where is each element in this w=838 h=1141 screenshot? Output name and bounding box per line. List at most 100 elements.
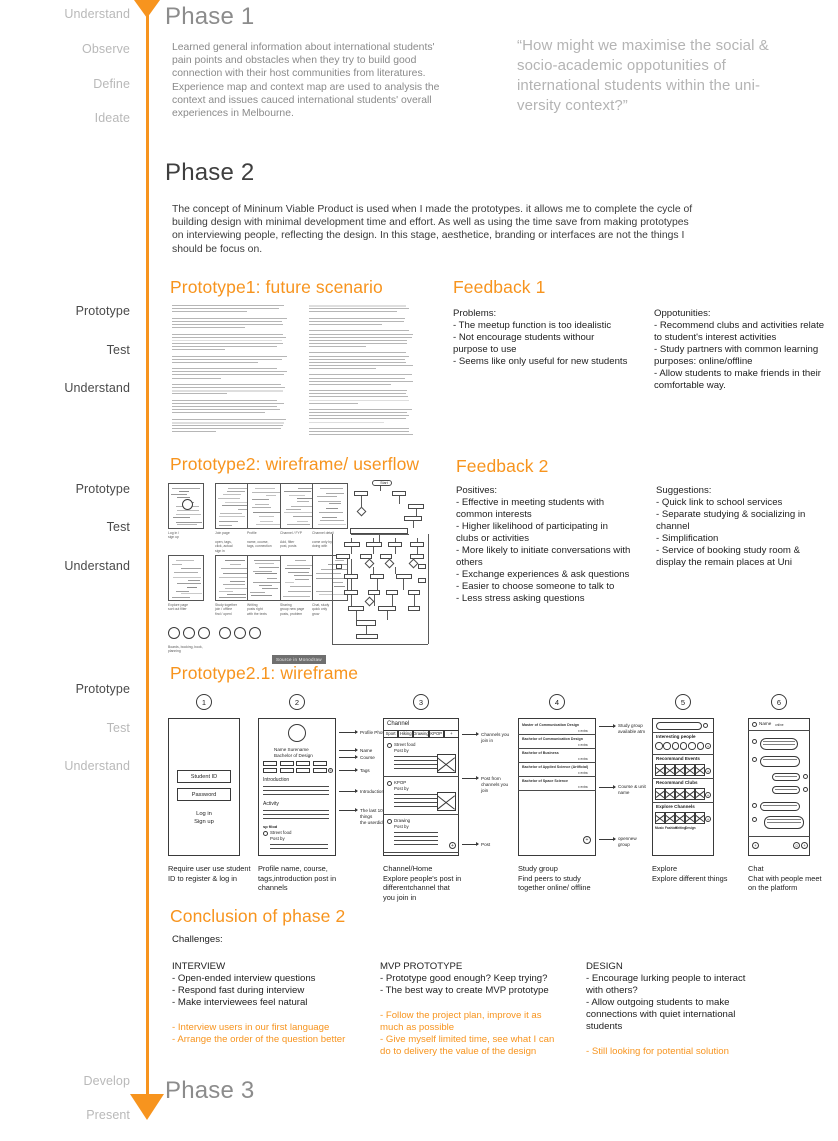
wireframe2-section-activity: Activity [263,801,279,807]
wireframe3-post-image [437,792,456,811]
prototype2-sketch-thumb [215,555,251,601]
wireframe-caption-4: Study group Find peers to study together… [518,864,624,893]
wireframe2-tag[interactable] [313,768,327,773]
wireframe6-emoji-icon[interactable]: ☺ [793,842,800,849]
wireframe3-text-line [394,836,438,837]
wireframe5-more-icon[interactable]: + [705,768,711,774]
wireframe3-tab-3[interactable]: KPOP [429,730,444,738]
wireframe2-tag[interactable] [280,761,294,766]
wireframe4-row-meta: x extra [578,729,588,734]
wireframe3-annotation: Post [481,842,515,848]
prototype2-sketch-thumb [168,483,204,529]
wireframe1-field-label-1: Password [192,792,217,798]
wireframe3-header: Channel [387,721,409,727]
timeline-stage-test-11: Test [0,721,130,735]
wireframe2-annotation: Course [360,755,394,761]
wireframe5-person-avatar [697,742,705,750]
wireframe-number-1: 1 [196,694,212,710]
wireframe2-annotation-arrow [339,810,357,811]
wireframe6-bubble-avatar [752,803,757,808]
wireframe5-card [665,788,675,800]
conclusion-subtitle: Challenges: [172,934,223,946]
wireframe2-tag[interactable] [296,761,310,766]
wireframe2-text-line [263,818,329,819]
wireframe3-tab-2[interactable]: Drawing [413,730,428,738]
wireframe2-tag[interactable] [263,761,277,766]
wireframe3-new-post-icon[interactable]: + [449,842,456,849]
wireframe2-tag[interactable] [313,761,327,766]
wireframe1-field-1[interactable]: Password [177,788,231,801]
wireframe5-card [675,764,685,776]
wireframe6-attach-icon[interactable]: + [752,842,759,849]
wireframe3-divider [383,814,459,815]
timeline-stage-ideate-3: Ideate [0,111,130,125]
wireframe4-divider [518,734,596,735]
wireframe5-card [685,764,695,776]
wireframe5-more-icon[interactable]: + [705,816,711,822]
wireframe2-tag[interactable] [296,768,310,773]
wireframe5-card [665,764,675,776]
wireframe3-tab-4[interactable]: + [444,730,459,738]
wireframe6-bubble-avatar [752,739,757,744]
wireframe-caption-3: Channel/Home Explore people's post in di… [383,864,487,902]
wireframe3-annotation: Channels you join in [481,732,515,744]
wireframe5-search-input[interactable] [656,722,702,730]
wireframe3-text-line [394,840,438,841]
userflow-decision-node [385,559,395,569]
wireframe6-bubble-avatar [752,757,757,762]
wireframe5-more-icon[interactable]: + [705,743,711,749]
feedback2-positives: Positives: - Effective in meeting studen… [456,485,656,605]
wireframe3-tab-1[interactable]: Hiking [398,730,413,738]
feedback2-suggestions: Suggestions: - Quick link to school serv… [656,485,838,569]
wireframe6-bubble-line [763,744,795,745]
wireframe5-card [665,812,675,824]
feedback1-opportunities: Oppotunities: - Recommend clubs and acti… [654,308,838,392]
userflow-node [356,634,378,639]
timeline-stage-define-2: Define [0,77,130,91]
wireframe3-text-line [394,798,438,799]
wireframe3-annotation-arrow [462,778,478,779]
timeline-line [146,14,149,1098]
wireframe2-tag[interactable] [263,768,277,773]
wireframe6-message-bubble [772,786,800,794]
feedback1-title: Feedback 1 [453,277,545,298]
wireframe3-tab-label-2: Drawing [413,731,428,737]
phase1-quote: “How might we maximise the social & soci… [517,36,837,116]
wireframe3-text-line [394,844,438,845]
wireframe-frame-1 [168,718,240,856]
wireframe6-bubble-line [763,741,795,742]
wireframe5-person-avatar [655,742,663,750]
prototype2-sketch-thumb [247,555,283,601]
wireframe3-post-by: Post by [394,748,409,754]
wireframe6-send-icon[interactable]: + [801,842,808,849]
timeline-arrow-bottom-icon [130,1094,164,1120]
wireframe4-new-group-icon[interactable]: + [583,836,591,844]
timeline-stage-understand-12: Understand [0,759,130,773]
wireframe6-message-bubble [760,756,800,767]
wireframe2-text-line [263,794,329,795]
wireframe2-course: Bachelor of Design [274,753,332,759]
wireframe2-annotation: Name [360,748,394,754]
wireframe2-add-tag-icon[interactable]: + [328,768,333,773]
wireframe2-post-by: Post by [270,836,285,842]
conclusion-col-2-orange: - Still looking for potential solution [586,1046,786,1058]
wireframe1-field-0[interactable]: Student ID [177,770,231,783]
wireframe5-card [695,812,705,824]
wireframe-number-4: 4 [549,694,565,710]
prototype1-title: Prototype1: future scenario [170,277,383,298]
wireframe2-tag[interactable] [280,768,294,773]
wireframe4-annotation-arrow [599,787,615,788]
conclusion-col-0-orange: - Interview users in our first language … [172,1022,372,1046]
poster-page: Understand Observe Define Ideate Prototype Te… [0,0,838,1141]
timeline-stage-understand-0: Understand [0,7,130,21]
timeline-stage-understand-9: Understand [0,559,130,573]
wireframe3-annotation-arrow [462,734,478,735]
wireframe3-tab-0[interactable]: Sport [383,730,398,738]
wireframe5-card [655,812,665,824]
conclusion-col-2-heading: DESIGN [586,961,786,973]
wireframe2-annotation-arrow [339,757,357,758]
prototype2-sketch-caption: Explore page sort out filter [168,603,210,612]
search-icon[interactable] [703,723,708,728]
wireframe5-more-icon[interactable]: + [705,792,711,798]
wireframe-number-2: 2 [289,694,305,710]
